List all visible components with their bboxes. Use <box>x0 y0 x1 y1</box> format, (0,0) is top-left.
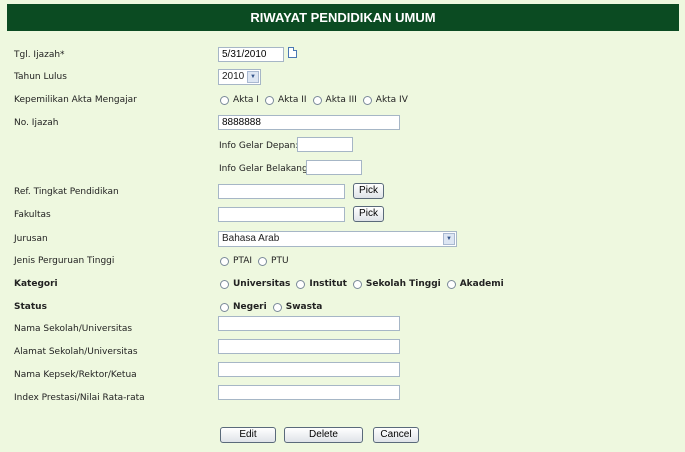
status-radio-group: Negeri Swasta <box>220 302 328 312</box>
radio-akademi[interactable]: Akademi <box>446 279 504 289</box>
tahun-lulus-value: 2010 <box>222 71 245 82</box>
radio-circle[interactable] <box>258 256 268 266</box>
tgl-ijazah-input[interactable]: 5/31/2010 <box>218 47 284 62</box>
info-gelar-belakang-label: Info Gelar Belakang: <box>219 164 311 174</box>
no-ijazah-input[interactable]: 8888888 <box>218 115 400 130</box>
tahun-lulus-label: Tahun Lulus <box>14 72 67 82</box>
jurusan-label: Jurusan <box>14 234 48 244</box>
radio-akta-1[interactable]: Akta I <box>220 95 259 105</box>
radio-circle[interactable] <box>362 95 372 105</box>
radio-circle[interactable] <box>220 256 229 266</box>
radio-negeri[interactable]: Negeri <box>220 302 267 312</box>
calendar-icon[interactable] <box>288 47 297 58</box>
kategori-label: Kategori <box>14 279 58 289</box>
radio-universitas[interactable]: Universitas <box>220 279 290 289</box>
radio-akta-3[interactable]: Akta III <box>312 95 357 105</box>
radio-circle[interactable] <box>296 279 306 289</box>
jurusan-value: Bahasa Arab <box>222 233 280 244</box>
radio-circle[interactable] <box>264 95 274 105</box>
radio-circle[interactable] <box>220 279 229 289</box>
radio-circle[interactable] <box>352 279 362 289</box>
ref-tingkat-label: Ref. Tingkat Pendidikan <box>14 187 119 197</box>
cancel-button[interactable]: Cancel <box>373 427 419 443</box>
info-gelar-depan-label: Info Gelar Depan: <box>219 141 299 151</box>
jenis-pt-label: Jenis Perguruan Tinggi <box>14 256 115 266</box>
alamat-sekolah-input[interactable] <box>218 339 400 354</box>
info-gelar-depan-input[interactable] <box>297 137 353 152</box>
ref-tingkat-input[interactable] <box>218 184 345 199</box>
radio-akta-4[interactable]: Akta IV <box>362 95 408 105</box>
radio-ptai[interactable]: PTAI <box>220 256 252 266</box>
radio-circle[interactable] <box>272 302 282 312</box>
no-ijazah-label: No. Ijazah <box>14 118 59 128</box>
akta-radio-group: Akta I Akta II Akta III Akta IV <box>220 95 414 105</box>
info-gelar-belakang-input[interactable] <box>306 160 362 175</box>
alamat-sekolah-label: Alamat Sekolah/Universitas <box>14 347 138 357</box>
status-label: Status <box>14 302 47 312</box>
fakultas-input[interactable] <box>218 207 345 222</box>
kepemilikan-akta-label: Kepemilikan Akta Mengajar <box>14 95 137 105</box>
fakultas-label: Fakultas <box>14 210 51 220</box>
nama-kepsek-label: Nama Kepsek/Rektor/Ketua <box>14 370 137 380</box>
radio-institut[interactable]: Institut <box>296 279 347 289</box>
ref-tingkat-pick-button[interactable]: Pick <box>353 183 384 199</box>
radio-circle[interactable] <box>220 302 229 312</box>
nama-kepsek-input[interactable] <box>218 362 400 377</box>
radio-sekolah-tinggi[interactable]: Sekolah Tinggi <box>352 279 441 289</box>
ipk-input[interactable] <box>218 385 400 400</box>
edit-button[interactable]: Edit <box>220 427 276 443</box>
form-title: RIWAYAT PENDIDIKAN UMUM <box>7 4 679 31</box>
form-panel: RIWAYAT PENDIDIKAN UMUM Tgl. Ijazah* 5/3… <box>0 0 685 452</box>
kategori-radio-group: Universitas Institut Sekolah Tinggi Akad… <box>220 279 510 289</box>
nama-sekolah-label: Nama Sekolah/Universitas <box>14 324 133 334</box>
radio-swasta[interactable]: Swasta <box>272 302 322 312</box>
tahun-lulus-select[interactable]: 2010 ▼ <box>218 69 261 85</box>
nama-sekolah-input[interactable] <box>218 316 400 331</box>
jenis-pt-radio-group: PTAI PTU <box>220 256 295 266</box>
radio-akta-2[interactable]: Akta II <box>264 95 307 105</box>
radio-circle[interactable] <box>312 95 322 105</box>
chevron-down-icon[interactable]: ▼ <box>443 233 455 245</box>
tgl-ijazah-label: Tgl. Ijazah* <box>14 50 65 60</box>
radio-ptu[interactable]: PTU <box>258 256 289 266</box>
radio-circle[interactable] <box>220 95 229 105</box>
delete-button[interactable]: Delete <box>284 427 363 443</box>
ipk-label: Index Prestasi/Nilai Rata-rata <box>14 393 145 403</box>
jurusan-select[interactable]: Bahasa Arab ▼ <box>218 231 457 247</box>
fakultas-pick-button[interactable]: Pick <box>353 206 384 222</box>
chevron-down-icon[interactable]: ▼ <box>247 71 259 83</box>
radio-circle[interactable] <box>446 279 456 289</box>
